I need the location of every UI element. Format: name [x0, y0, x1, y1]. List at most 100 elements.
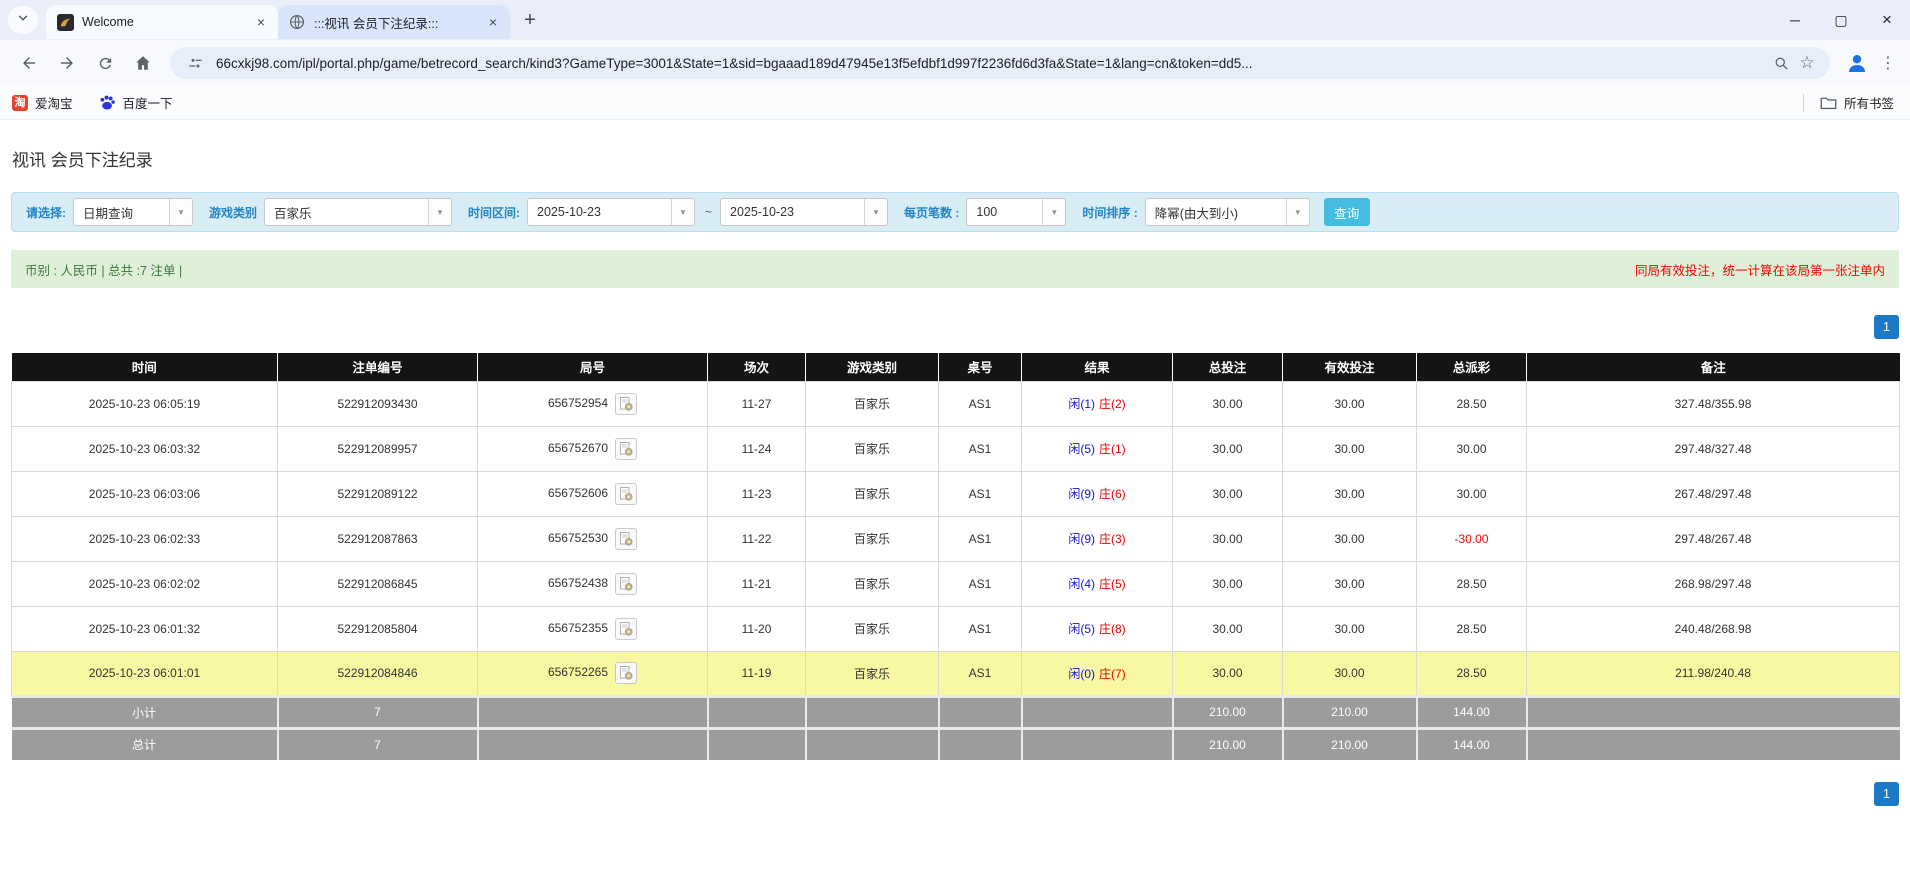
tab-search-button[interactable]	[8, 6, 38, 34]
total-bet-cell[interactable]: 30.00	[1173, 561, 1283, 606]
total-bet-cell[interactable]: 30.00	[1173, 426, 1283, 471]
home-button[interactable]	[128, 48, 158, 78]
dropdown-arrow-icon[interactable]: ▾	[1042, 199, 1065, 225]
video-record-icon[interactable]	[615, 393, 637, 415]
round-cell: 656752670	[478, 426, 708, 471]
tab-betrecord[interactable]: :::视讯 会员下注纪录::: ×	[278, 5, 510, 39]
video-record-icon[interactable]	[615, 662, 637, 684]
table-no-cell: AS1	[939, 651, 1022, 696]
total-bet-cell[interactable]: 30.00	[1173, 381, 1283, 426]
page-size-value: 100	[967, 199, 1042, 225]
table-no-cell: AS1	[939, 471, 1022, 516]
result-banker: 庄(3)	[1099, 532, 1126, 546]
bet-id-cell: 522912084846	[278, 651, 478, 696]
note-cell: 297.48/327.48	[1527, 426, 1900, 471]
column-header: 总投注	[1173, 353, 1283, 381]
tab-close-icon[interactable]: ×	[252, 13, 270, 31]
subtotal-row: 小计 7 210.00 210.00 144.00	[12, 696, 1900, 728]
subtotal-label: 小计	[12, 696, 278, 728]
payout-cell: 28.50	[1417, 651, 1527, 696]
maximize-button[interactable]: ▢	[1818, 0, 1864, 40]
tab-title: Welcome	[82, 15, 252, 29]
column-header: 注单编号	[278, 353, 478, 381]
valid-bet-cell: 30.00	[1283, 426, 1417, 471]
query-type-select[interactable]: 日期查询 ▾	[73, 198, 193, 226]
round-number: 656752355	[548, 621, 608, 635]
column-header: 结果	[1022, 353, 1173, 381]
note-cell: 327.48/355.98	[1527, 381, 1900, 426]
video-record-icon[interactable]	[615, 483, 637, 505]
currency-summary: 币别 : 人民币 | 总共 :7 注单 |	[25, 260, 182, 279]
video-record-icon[interactable]	[615, 573, 637, 595]
date-range-tilde: ~	[705, 205, 712, 219]
dropdown-arrow-icon[interactable]: ▾	[671, 199, 694, 225]
game-type-cell: 百家乐	[806, 426, 939, 471]
table-no-cell: AS1	[939, 426, 1022, 471]
bookmark-label: 百度一下	[123, 93, 173, 112]
dropdown-arrow-icon[interactable]: ▾	[169, 199, 192, 225]
result-cell: 闲(5)庄(1)	[1022, 426, 1173, 471]
url-bar[interactable]: 66cxkj98.com/ipl/portal.php/game/betreco…	[170, 47, 1830, 79]
bet-records-table: 时间注单编号局号场次游戏类别桌号结果总投注有效投注总派彩备注 2025-10-2…	[11, 353, 1900, 760]
valid-bet-cell: 30.00	[1283, 651, 1417, 696]
zoom-page-icon[interactable]	[1768, 50, 1794, 76]
time-cell: 2025-10-23 06:01:32	[12, 606, 278, 651]
video-record-icon[interactable]	[615, 618, 637, 640]
result-player: 闲(5)	[1068, 622, 1095, 636]
date-range-label: 时间区间:	[468, 204, 520, 221]
total-bet-cell[interactable]: 30.00	[1173, 471, 1283, 516]
bookmark-label: 爱淘宝	[35, 93, 73, 112]
back-button[interactable]	[14, 48, 44, 78]
tab-close-icon[interactable]: ×	[484, 13, 502, 31]
result-player: 闲(0)	[1068, 667, 1095, 681]
dropdown-arrow-icon[interactable]: ▾	[428, 199, 451, 225]
column-header: 局号	[478, 353, 708, 381]
browser-menu-icon[interactable]: ⋮	[1876, 48, 1900, 78]
all-bookmarks-label: 所有书签	[1844, 93, 1894, 112]
table-row: 2025-10-23 06:01:01522912084846656752265…	[12, 651, 1900, 696]
tab-welcome[interactable]: Welcome ×	[46, 5, 278, 39]
all-bookmarks-button[interactable]: 所有书签	[1820, 93, 1894, 112]
dropdown-arrow-icon[interactable]: ▾	[864, 199, 887, 225]
bet-id-cell: 522912087863	[278, 516, 478, 561]
table-row: 2025-10-23 06:03:32522912089957656752670…	[12, 426, 1900, 471]
game-type-cell: 百家乐	[806, 471, 939, 516]
subtotal-total-bet: 210.00	[1173, 696, 1283, 728]
site-info-icon[interactable]	[182, 50, 208, 76]
total-bet-cell[interactable]: 30.00	[1173, 516, 1283, 561]
game-type-value: 百家乐	[265, 199, 428, 225]
note-cell: 268.98/297.48	[1527, 561, 1900, 606]
page-1-button[interactable]: 1	[1874, 315, 1899, 339]
total-bet-cell[interactable]: 30.00	[1173, 606, 1283, 651]
profile-avatar[interactable]	[1842, 48, 1872, 78]
video-record-icon[interactable]	[615, 528, 637, 550]
bookmark-taobao[interactable]: 淘 爱淘宝	[12, 93, 73, 112]
total-bet-cell[interactable]: 30.00	[1173, 651, 1283, 696]
search-button[interactable]: 查询	[1324, 198, 1370, 226]
valid-bet-cell: 30.00	[1283, 381, 1417, 426]
table-row: 2025-10-23 06:02:02522912086845656752438…	[12, 561, 1900, 606]
payout-cell: 30.00	[1417, 471, 1527, 516]
bookmark-baidu[interactable]: 百度一下	[99, 93, 173, 112]
date-to-select[interactable]: 2025-10-23 ▾	[720, 198, 888, 226]
dropdown-arrow-icon[interactable]: ▾	[1286, 199, 1309, 225]
time-cell: 2025-10-23 06:05:19	[12, 381, 278, 426]
page-size-select[interactable]: 100 ▾	[966, 198, 1066, 226]
column-header: 有效投注	[1283, 353, 1417, 381]
game-type-cell: 百家乐	[806, 561, 939, 606]
game-type-select[interactable]: 百家乐 ▾	[264, 198, 452, 226]
welcome-favicon-icon	[56, 13, 74, 31]
close-button[interactable]: ×	[1864, 0, 1910, 40]
forward-button[interactable]	[52, 48, 82, 78]
new-tab-button[interactable]: +	[516, 6, 544, 34]
result-player: 闲(4)	[1068, 577, 1095, 591]
page-1-button[interactable]: 1	[1874, 782, 1899, 806]
date-from-select[interactable]: 2025-10-23 ▾	[527, 198, 695, 226]
reload-button[interactable]	[90, 48, 120, 78]
tab-strip: Welcome × :::视讯 会员下注纪录::: × + ─ ▢ ×	[0, 0, 1910, 40]
sort-select[interactable]: 降幂(由大到小) ▾	[1145, 198, 1310, 226]
round-number: 656752530	[548, 531, 608, 545]
minimize-button[interactable]: ─	[1772, 0, 1818, 40]
video-record-icon[interactable]	[615, 438, 637, 460]
bookmark-star-icon[interactable]: ☆	[1794, 50, 1820, 76]
